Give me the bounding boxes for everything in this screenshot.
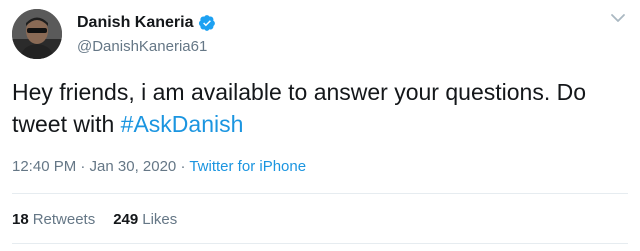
avatar-image (12, 9, 62, 59)
tweet-card: Danish Kaneria @DanishKaneria61 Hey frie… (0, 0, 640, 251)
tweet-timestamp[interactable]: 12:40 PM · Jan 30, 2020 (12, 158, 176, 175)
divider (12, 193, 628, 194)
likes-count: 249 (113, 211, 139, 228)
tweet-source-link[interactable]: Twitter for iPhone (189, 158, 306, 175)
chevron-down-icon[interactable] (610, 12, 626, 24)
divider (12, 243, 628, 244)
retweets-label: Retweets (32, 211, 96, 228)
tweet-body: Hey friends, i am available to answer yo… (12, 79, 587, 137)
retweets-count: 18 (12, 211, 29, 228)
avatar[interactable] (12, 9, 62, 59)
meta-separator: · (176, 158, 190, 175)
author-handle[interactable]: @DanishKaneria61 (77, 38, 207, 55)
likes-stat[interactable]: 249 Likes (113, 211, 177, 228)
verified-badge-icon (199, 15, 216, 31)
hashtag-link[interactable]: #AskDanish (121, 111, 244, 137)
retweets-stat[interactable]: 18 Retweets (12, 211, 95, 228)
tweet-text: Hey friends, i am available to answer yo… (12, 76, 632, 140)
tweet-meta: 12:40 PM · Jan 30, 2020 · Twitter for iP… (12, 158, 306, 175)
author-name-row: Danish Kaneria (77, 14, 216, 32)
likes-label: Likes (142, 211, 178, 228)
tweet-stats: 18 Retweets 249 Likes (12, 211, 177, 228)
author-display-name[interactable]: Danish Kaneria (77, 14, 193, 32)
